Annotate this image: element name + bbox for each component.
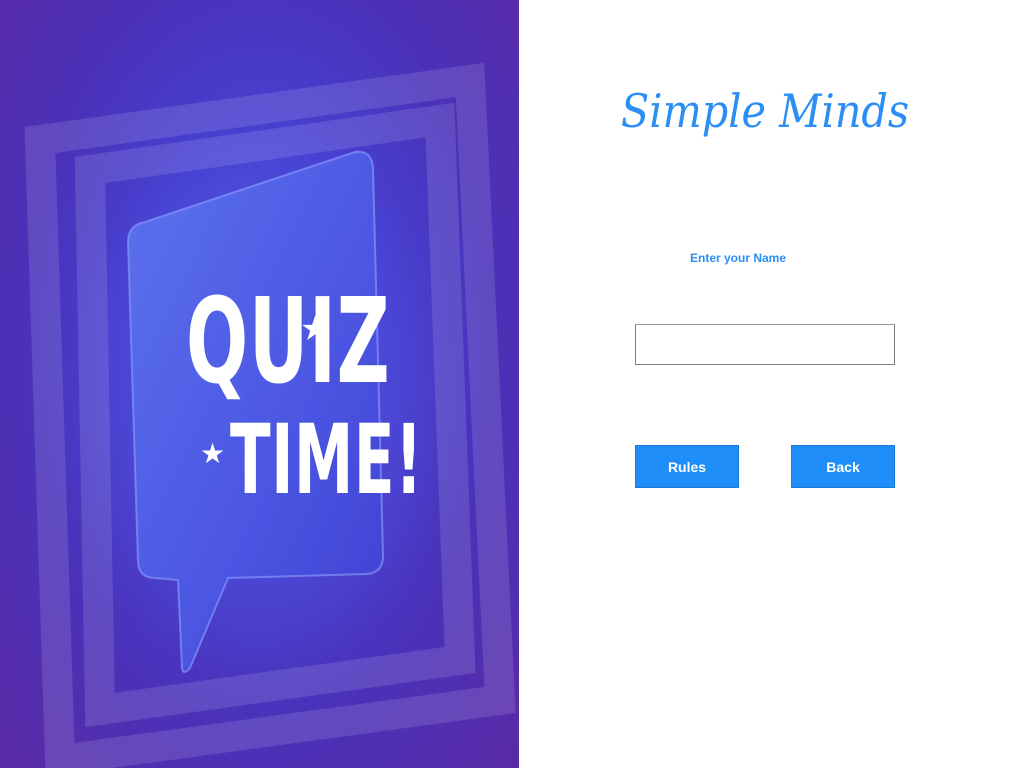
rules-button[interactable]: Rules — [635, 445, 739, 488]
star-icon: ★ — [200, 437, 226, 470]
quiz-heading: QUIZ — [186, 272, 391, 410]
back-button[interactable]: Back — [791, 445, 895, 488]
quiz-time-banner: QUIZ ★ ★ TIME! — [0, 0, 519, 768]
name-label: Enter your Name — [689, 251, 787, 265]
app-title: Simple Minds — [620, 84, 910, 138]
name-input[interactable] — [635, 324, 895, 365]
star-icon: ★ — [300, 309, 331, 349]
time-heading: TIME! — [230, 404, 423, 516]
quiz-start-window: QUIZ ★ ★ TIME! Simple Minds Enter your N… — [0, 0, 1024, 768]
